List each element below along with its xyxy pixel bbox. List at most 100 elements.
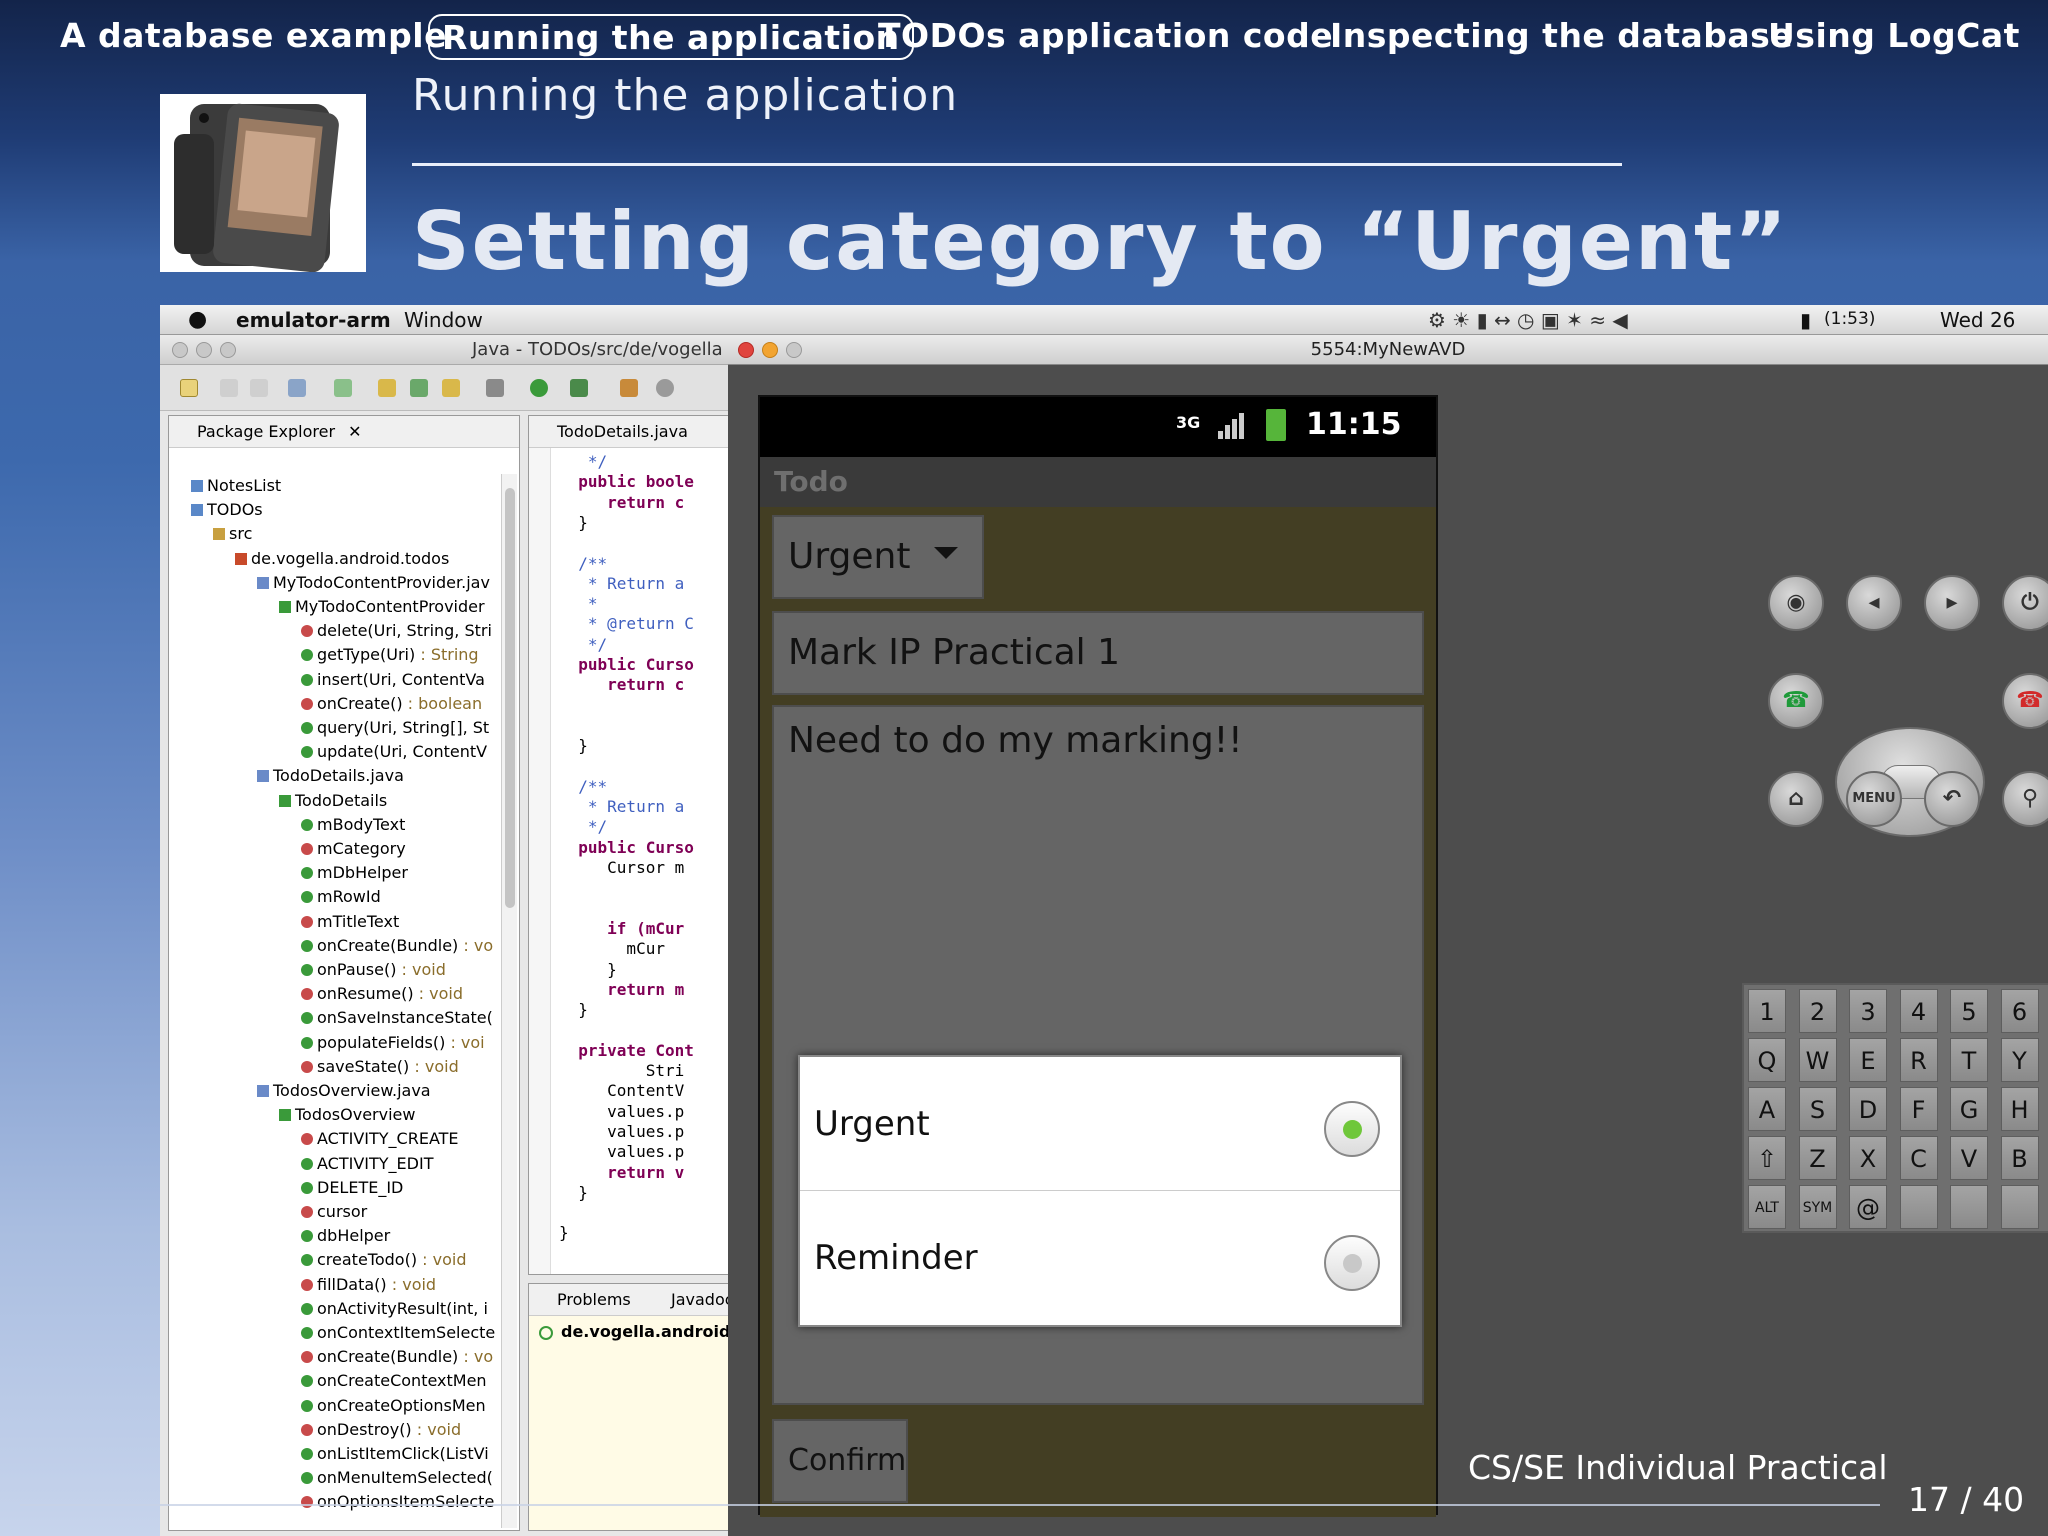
keyboard-key[interactable]: E bbox=[1849, 1038, 1887, 1082]
home-button[interactable]: ⌂ bbox=[1768, 771, 1824, 827]
tree-item[interactable]: onCreateOptionsMen bbox=[169, 1394, 486, 1418]
tree-item[interactable]: onPause() : void bbox=[169, 958, 446, 982]
tree-scrollbar[interactable] bbox=[501, 474, 517, 1528]
camera-button[interactable]: ◉ bbox=[1768, 575, 1824, 631]
search-button[interactable]: ⚲ bbox=[2002, 771, 2048, 827]
tree-item[interactable]: mRowId bbox=[169, 885, 381, 909]
new-class-icon[interactable] bbox=[442, 379, 460, 397]
radio-reminder[interactable] bbox=[1324, 1235, 1380, 1291]
tree-item[interactable]: onCreate() : boolean bbox=[169, 692, 482, 716]
collapse-link-icons[interactable] bbox=[425, 454, 485, 476]
status-icons[interactable]: ⚙ ☀ ▮ ↔ ◷ ▣ ✶ ≈ ◀ bbox=[1428, 308, 1628, 332]
nav-item-todos-code[interactable]: TODOs application code bbox=[878, 14, 1333, 60]
zoom-window-icon[interactable] bbox=[786, 342, 802, 358]
tree-item[interactable]: TodosOverview.java bbox=[169, 1079, 431, 1103]
menu-window[interactable]: Window bbox=[404, 308, 483, 332]
tree-item[interactable]: TodosOverview bbox=[169, 1103, 415, 1127]
nav-item-using-logcat[interactable]: Using LogCat bbox=[1768, 14, 2020, 60]
option-urgent[interactable]: Urgent bbox=[800, 1057, 1400, 1191]
tree-item[interactable]: query(Uri, String[], St bbox=[169, 716, 489, 740]
call-button[interactable]: ☎ bbox=[1768, 673, 1824, 729]
tree-item[interactable]: populateFields() : voi bbox=[169, 1031, 485, 1055]
tree-item[interactable]: NotesList bbox=[169, 474, 281, 498]
nav-item-inspecting-database[interactable]: Inspecting the database bbox=[1330, 14, 1793, 60]
editor-tab[interactable]: TodoDetails.java bbox=[529, 416, 759, 448]
keyboard-key[interactable]: D bbox=[1849, 1087, 1887, 1131]
external-tools-icon[interactable] bbox=[570, 379, 588, 397]
keyboard-key[interactable]: X bbox=[1849, 1136, 1887, 1180]
close-window-icon[interactable] bbox=[172, 342, 188, 358]
tree-item[interactable]: createTodo() : void bbox=[169, 1248, 466, 1272]
tree-item[interactable]: mBodyText bbox=[169, 813, 405, 837]
keyboard-key[interactable]: 6 bbox=[2000, 989, 2039, 1033]
volume-down-button[interactable]: ◂ bbox=[1846, 575, 1902, 631]
tree-item[interactable]: mCategory bbox=[169, 837, 406, 861]
end-call-button[interactable]: ☎ bbox=[2002, 673, 2048, 729]
tree-item[interactable]: onCreate(Bundle) : vo bbox=[169, 934, 493, 958]
package-explorer-tab[interactable]: Package Explorer ✕ bbox=[169, 416, 519, 448]
new-file-icon[interactable] bbox=[180, 379, 198, 397]
keyboard-key[interactable] bbox=[1899, 1185, 1938, 1229]
keyboard-key[interactable]: S bbox=[1798, 1087, 1837, 1131]
keyboard-key[interactable]: V bbox=[1950, 1136, 1988, 1180]
tree-item[interactable]: fillData() : void bbox=[169, 1273, 436, 1297]
tree-item[interactable]: cursor bbox=[169, 1200, 367, 1224]
battery-icon[interactable]: ▮ bbox=[1800, 308, 1811, 332]
menu-button[interactable]: MENU bbox=[1846, 771, 1902, 827]
keyboard-key[interactable]: G bbox=[1950, 1087, 1988, 1131]
tree-item[interactable]: onOptionsItemSelecte bbox=[169, 1490, 494, 1514]
new-project-icon[interactable] bbox=[378, 379, 396, 397]
keyboard-key[interactable]: Z bbox=[1798, 1136, 1837, 1180]
tree-item[interactable]: TodoDetails.java bbox=[169, 764, 404, 788]
close-tab-icon[interactable]: ✕ bbox=[348, 422, 361, 441]
problems-item[interactable]: de.vogella.android.to bbox=[561, 1322, 755, 1341]
keyboard-key[interactable]: ALT bbox=[1748, 1185, 1786, 1229]
keyboard-key[interactable]: 5 bbox=[1950, 989, 1988, 1033]
keyboard-key[interactable] bbox=[2000, 1185, 2039, 1229]
keyboard-key[interactable]: C bbox=[1899, 1136, 1938, 1180]
junit-icon[interactable] bbox=[410, 379, 428, 397]
minimize-window-icon[interactable] bbox=[762, 342, 778, 358]
tree-item[interactable]: dbHelper bbox=[169, 1224, 390, 1248]
close-window-icon[interactable] bbox=[738, 342, 754, 358]
tree-item[interactable]: ACTIVITY_EDIT bbox=[169, 1152, 433, 1176]
keyboard-key[interactable]: @ bbox=[1849, 1185, 1887, 1229]
keyboard-key[interactable]: 2 bbox=[1798, 989, 1837, 1033]
keyboard-key[interactable]: W bbox=[1798, 1038, 1837, 1082]
tree-item[interactable]: ACTIVITY_CREATE bbox=[169, 1127, 459, 1151]
tree-item[interactable]: onResume() : void bbox=[169, 982, 463, 1006]
menu-app-name[interactable]: emulator-arm bbox=[236, 308, 391, 332]
tree-item[interactable]: MyTodoContentProvider bbox=[169, 595, 485, 619]
keyboard-key[interactable]: 4 bbox=[1899, 989, 1938, 1033]
tree-item[interactable]: MyTodoContentProvider.jav bbox=[169, 571, 490, 595]
volume-up-button[interactable]: ▸ bbox=[1924, 575, 1980, 631]
debug-icon[interactable] bbox=[486, 379, 504, 397]
back-button[interactable]: ↶ bbox=[1924, 771, 1980, 827]
power-button[interactable]: ⏻ bbox=[2002, 575, 2048, 631]
tree-item[interactable]: update(Uri, ContentV bbox=[169, 740, 487, 764]
keyboard-key[interactable]: B bbox=[2000, 1136, 2039, 1180]
nav-item-database-example[interactable]: A database example bbox=[60, 14, 447, 60]
radio-urgent[interactable] bbox=[1324, 1101, 1380, 1157]
tree-item[interactable]: mDbHelper bbox=[169, 861, 408, 885]
apple-icon[interactable]: ● bbox=[188, 307, 207, 332]
keyboard-key[interactable]: A bbox=[1748, 1087, 1786, 1131]
tree-item[interactable]: onCreateContextMen bbox=[169, 1369, 487, 1393]
tree-item[interactable]: de.vogella.android.todos bbox=[169, 547, 449, 571]
run-icon[interactable] bbox=[530, 379, 548, 397]
open-type-icon[interactable] bbox=[620, 379, 638, 397]
minimize-window-icon[interactable] bbox=[196, 342, 212, 358]
tree-item[interactable]: insert(Uri, ContentVa bbox=[169, 668, 485, 692]
javadoc-tab[interactable]: Javadoc bbox=[671, 1284, 734, 1316]
keyboard-key[interactable]: R bbox=[1899, 1038, 1938, 1082]
save-all-icon[interactable] bbox=[250, 379, 268, 397]
tree-item[interactable]: onListItemClick(ListVi bbox=[169, 1442, 489, 1466]
save-icon[interactable] bbox=[220, 379, 238, 397]
keyboard-key[interactable]: Y bbox=[2000, 1038, 2039, 1082]
tree-item[interactable]: delete(Uri, String, Stri bbox=[169, 619, 492, 643]
keyboard-key[interactable]: 3 bbox=[1849, 989, 1887, 1033]
tree-item[interactable]: getType(Uri) : String bbox=[169, 643, 479, 667]
keyboard-key[interactable]: SYM bbox=[1798, 1185, 1837, 1229]
code-editor[interactable]: TodoDetails.java */ public boole return … bbox=[528, 415, 760, 1275]
nav-item-running-application[interactable]: Running the application bbox=[428, 14, 914, 60]
